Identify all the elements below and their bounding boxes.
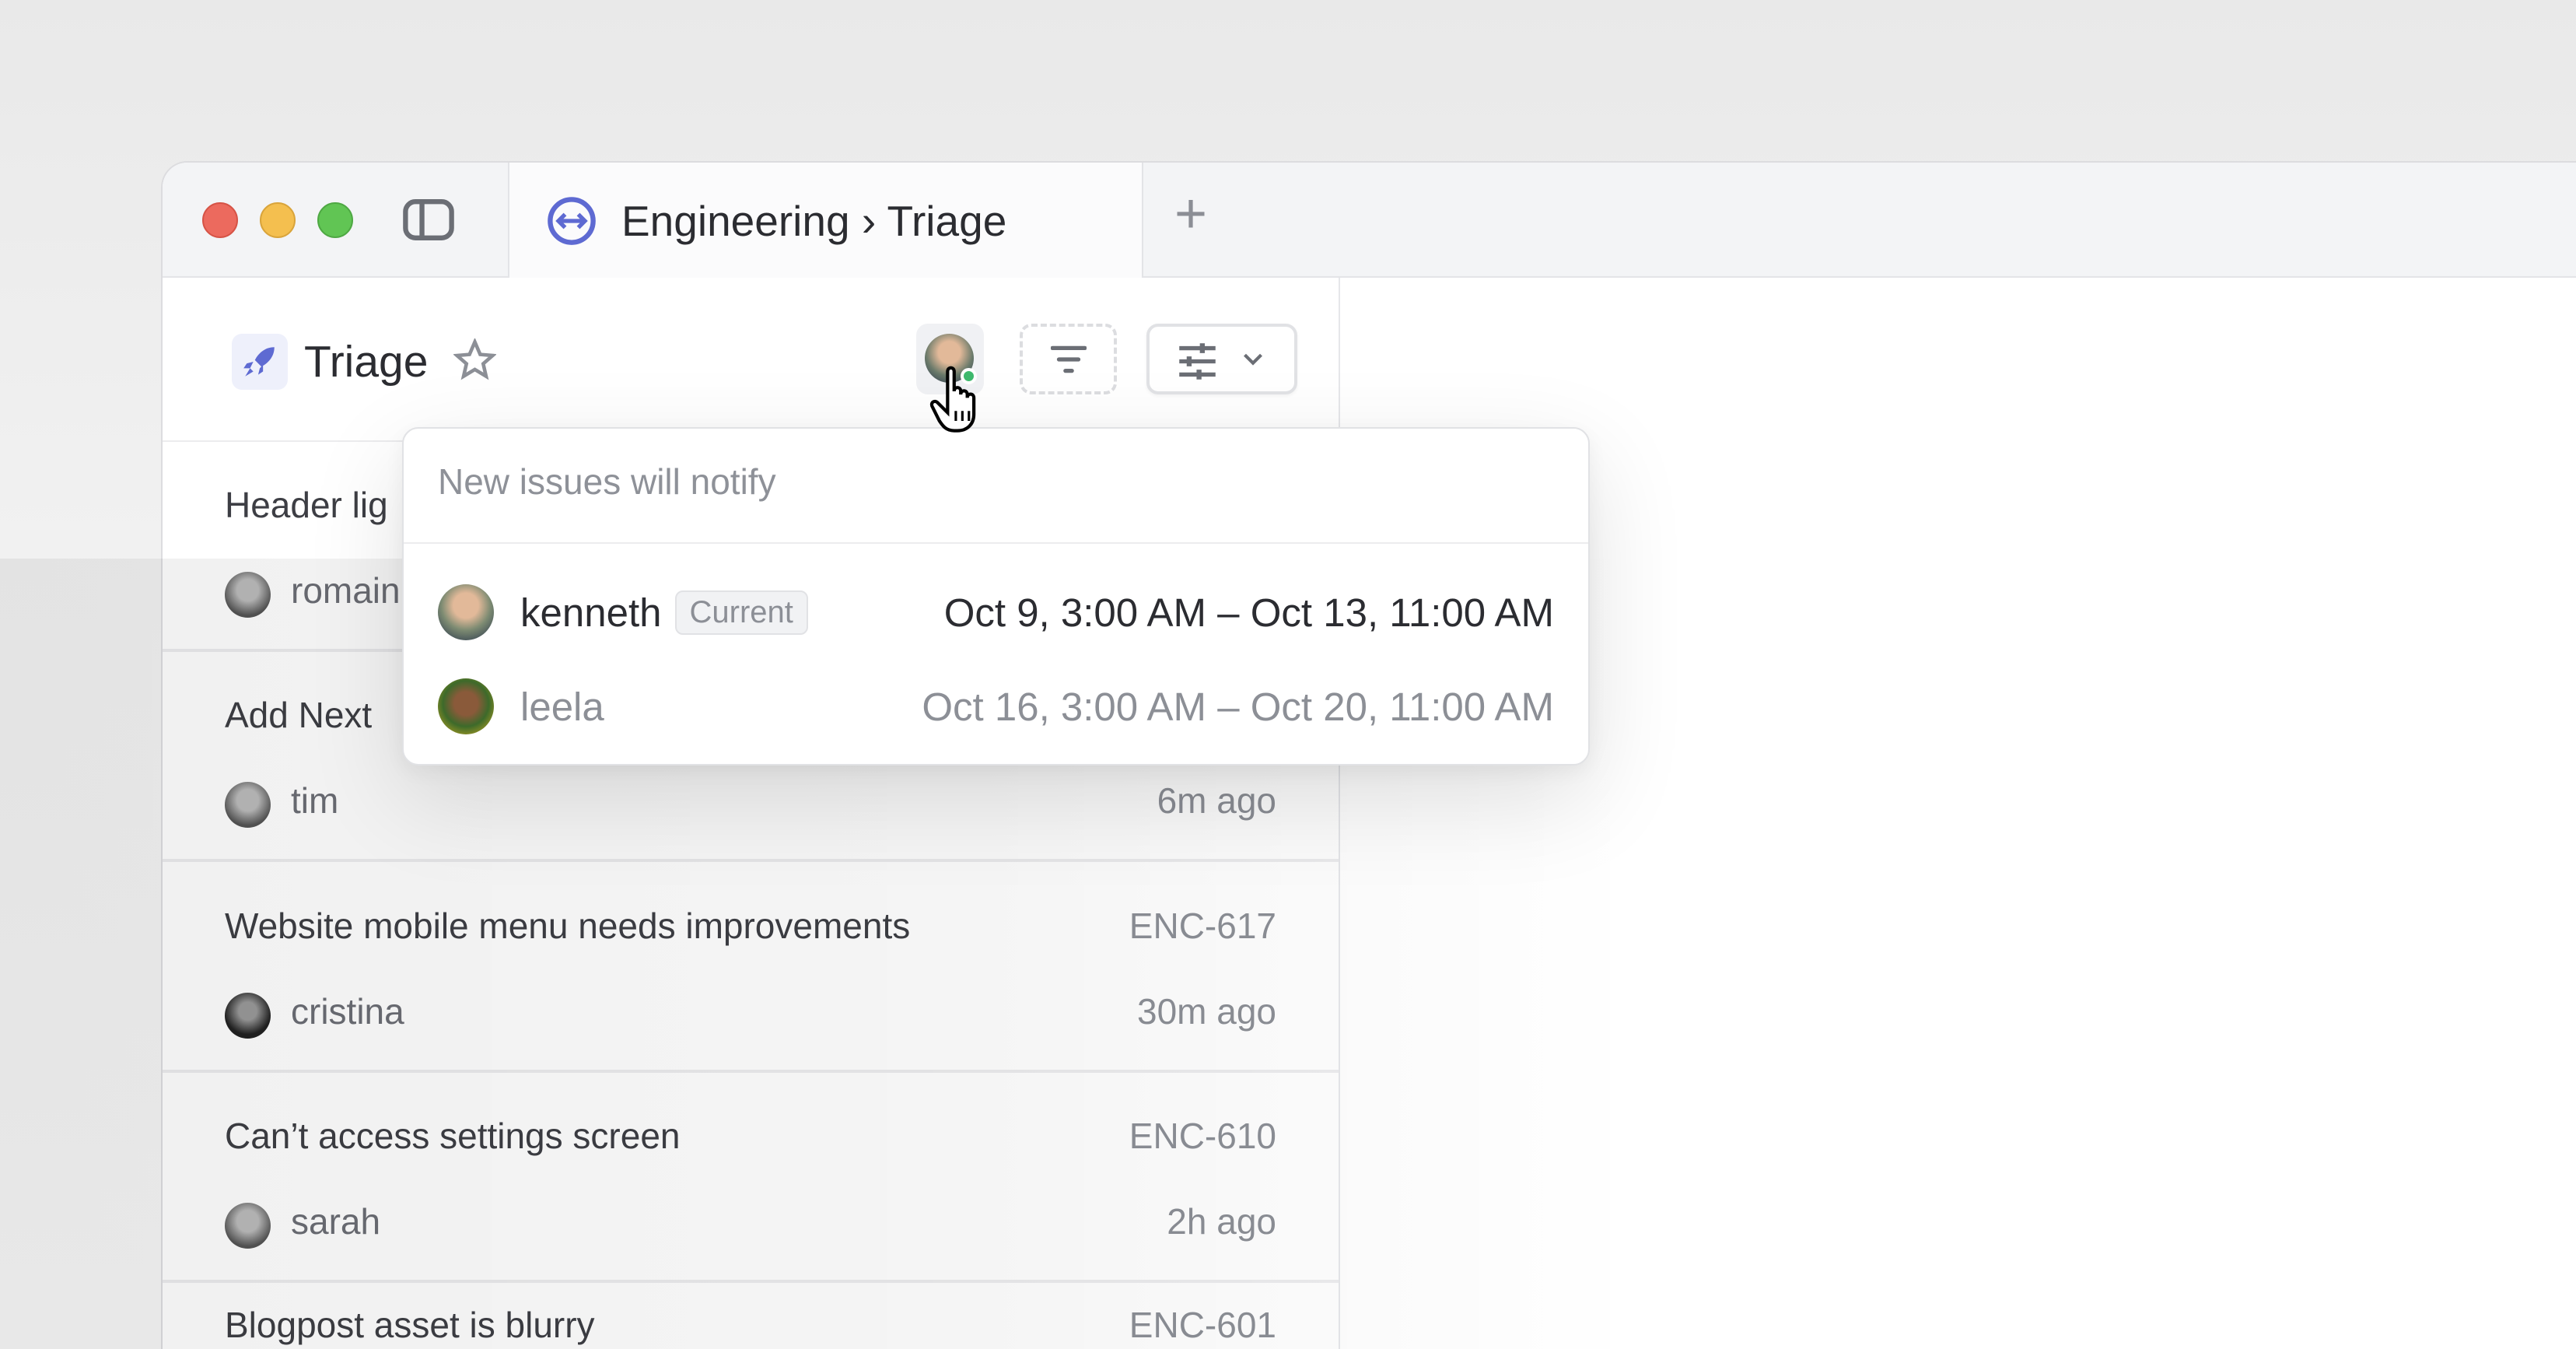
sidebar-toggle-icon[interactable] [402, 198, 455, 241]
schedule-row[interactable]: kenneth Current Oct 9, 3:00 AM – Oct 13,… [438, 580, 1554, 645]
issue-title: Header lig [225, 485, 388, 525]
avatar [225, 993, 271, 1039]
zoom-window-button[interactable] [317, 202, 353, 238]
issue-author: cristina [291, 991, 404, 1032]
issue-time: 30m ago [1136, 991, 1276, 1032]
issue-title: Add Next [225, 695, 373, 735]
popover-heading: New issues will notify [404, 429, 1588, 544]
schedule-range: Oct 9, 3:00 AM – Oct 13, 11:00 AM [943, 590, 1554, 635]
close-window-button[interactable] [202, 202, 238, 238]
issue-title: Website mobile menu needs improvements [225, 906, 911, 946]
issue-author: sarah [291, 1201, 381, 1242]
filter-icon [1051, 345, 1087, 373]
avatar-kenneth [438, 584, 494, 640]
team-icon [548, 197, 596, 245]
title-bar: Engineering › Triage + [163, 163, 2576, 279]
notify-popover: New issues will notify kenneth Current O… [402, 427, 1590, 766]
issue-id: ENC-601 [1129, 1305, 1276, 1345]
rocket-icon [232, 334, 288, 390]
tab-engineering-triage[interactable]: Engineering › Triage [508, 163, 1143, 279]
issue-author: romain [291, 570, 401, 611]
user-name: kenneth [520, 590, 662, 635]
issue-row[interactable]: Website mobile menu needs improvements E… [163, 863, 1339, 1073]
issue-title: Blogpost asset is blurry [225, 1305, 595, 1345]
hand-cursor-icon [929, 366, 976, 433]
schedule-row[interactable]: leela Oct 16, 3:00 AM – Oct 20, 11:00 AM [438, 674, 1554, 739]
page-header: Triage [163, 278, 1339, 442]
schedule-range: Oct 16, 3:00 AM – Oct 20, 11:00 AM [922, 684, 1554, 729]
minimize-window-button[interactable] [260, 202, 296, 238]
issue-id: ENC-610 [1129, 1116, 1276, 1156]
issue-title: Can’t access settings screen [225, 1116, 681, 1156]
current-badge: Current [674, 590, 808, 635]
filter-button[interactable] [1020, 324, 1117, 394]
page-title: Triage [304, 337, 429, 387]
avatar-leela [438, 678, 494, 734]
avatar [225, 782, 271, 828]
issue-id: ENC-617 [1129, 906, 1276, 946]
issue-row[interactable]: Blogpost asset is blurry ENC-601 [163, 1283, 1339, 1349]
chevron-down-icon [1244, 353, 1262, 366]
issue-time: 6m ago [1157, 780, 1276, 821]
favorite-star-icon[interactable] [453, 338, 496, 381]
issue-row[interactable]: Can’t access settings screen ENC-610 sar… [163, 1073, 1339, 1283]
display-options-button[interactable] [1146, 324, 1297, 394]
sliders-icon [1179, 343, 1216, 380]
issue-time: 2h ago [1167, 1201, 1276, 1242]
avatar [225, 572, 271, 618]
new-tab-button[interactable]: + [1174, 186, 1207, 242]
issue-author: tim [291, 780, 339, 821]
avatar [225, 1203, 271, 1249]
user-name: leela [520, 684, 604, 729]
tab-title: Engineering › Triage [621, 197, 1007, 245]
